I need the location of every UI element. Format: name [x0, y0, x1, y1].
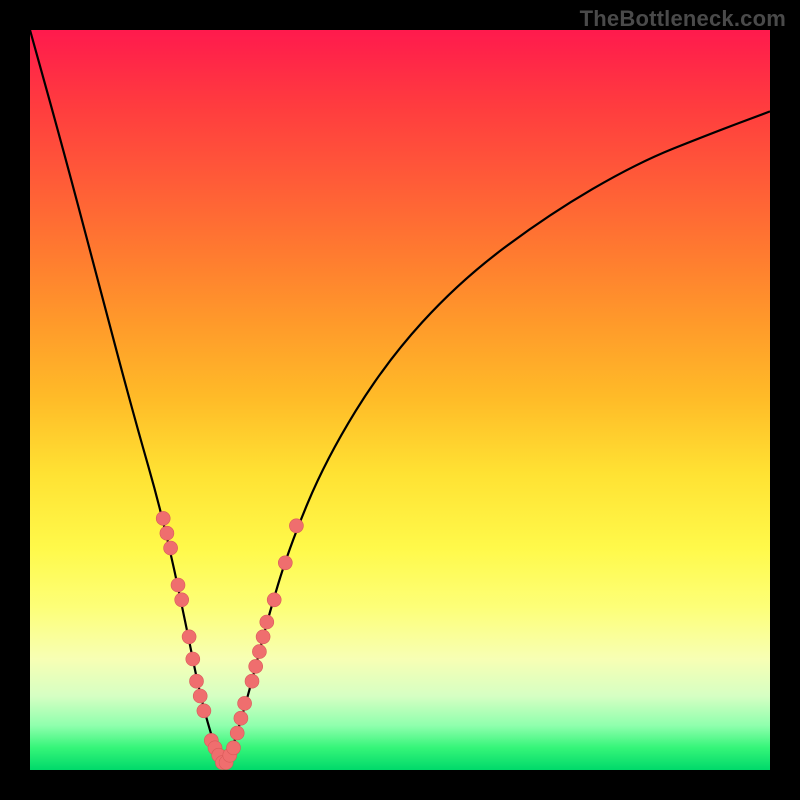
- sample-point: [234, 711, 248, 725]
- sample-point: [278, 556, 292, 570]
- chart-overlay: [30, 30, 770, 770]
- sample-point: [256, 630, 270, 644]
- sample-point: [197, 704, 211, 718]
- watermark-text: TheBottleneck.com: [580, 6, 786, 32]
- sample-point: [175, 593, 189, 607]
- sample-point: [227, 741, 241, 755]
- sample-point: [182, 630, 196, 644]
- sample-point: [252, 645, 266, 659]
- sample-point: [260, 615, 274, 629]
- sample-point: [186, 652, 200, 666]
- sample-point: [230, 726, 244, 740]
- sample-point: [171, 578, 185, 592]
- sample-point: [164, 541, 178, 555]
- bottleneck-curve: [30, 30, 770, 760]
- sample-point: [190, 674, 204, 688]
- sample-point: [249, 659, 263, 673]
- sample-points-group: [156, 511, 303, 769]
- sample-point: [156, 511, 170, 525]
- sample-point: [160, 526, 174, 540]
- sample-point: [193, 689, 207, 703]
- sample-point: [245, 674, 259, 688]
- sample-point: [238, 696, 252, 710]
- sample-point: [289, 519, 303, 533]
- sample-point: [267, 593, 281, 607]
- outer-frame: TheBottleneck.com: [0, 0, 800, 800]
